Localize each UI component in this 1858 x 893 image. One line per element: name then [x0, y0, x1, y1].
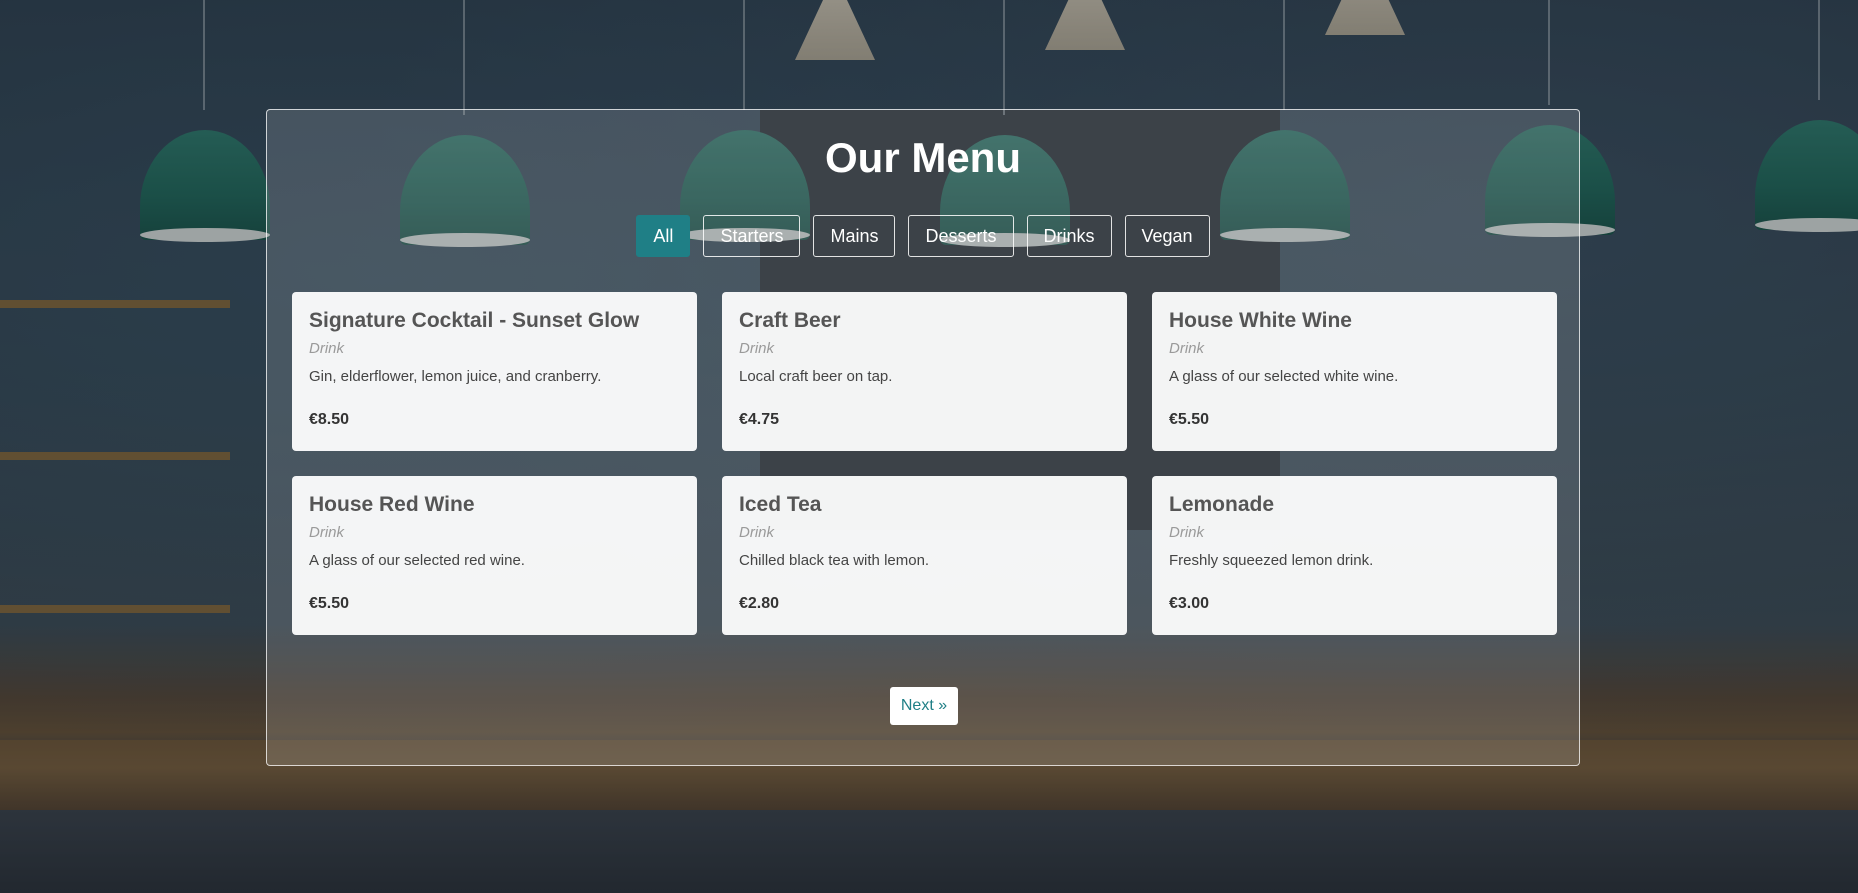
menu-item-description: A glass of our selected red wine.	[309, 552, 525, 569]
filter-desserts-button[interactable]: Desserts	[908, 215, 1014, 257]
menu-item-price: €4.75	[739, 411, 780, 428]
menu-item-card: Iced Tea Drink Chilled black tea with le…	[722, 476, 1127, 635]
menu-panel: Our Menu All Starters Mains Desserts Dri…	[266, 109, 1580, 766]
menu-item-name: House White Wine	[1169, 309, 1352, 332]
menu-item-description: Freshly squeezed lemon drink.	[1169, 552, 1374, 569]
menu-item-category: Drink	[309, 524, 345, 541]
menu-item-card: Signature Cocktail - Sunset Glow Drink G…	[292, 292, 697, 451]
menu-item-card: House Red Wine Drink A glass of our sele…	[292, 476, 697, 635]
menu-item-price: €2.80	[739, 595, 780, 612]
menu-item-description: Local craft beer on tap.	[739, 368, 893, 385]
menu-item-grid: Signature Cocktail - Sunset Glow Drink G…	[292, 292, 1558, 635]
page-title: Our Menu	[825, 134, 1021, 181]
menu-item-name: House Red Wine	[309, 493, 475, 516]
menu-item-category: Drink	[1169, 340, 1205, 357]
menu-item-name: Iced Tea	[739, 493, 822, 516]
menu-item-price: €8.50	[309, 411, 350, 428]
menu-item-description: A glass of our selected white wine.	[1169, 368, 1399, 385]
menu-item-category: Drink	[1169, 524, 1205, 541]
menu-item-category: Drink	[739, 524, 775, 541]
menu-item-card: House White Wine Drink A glass of our se…	[1152, 292, 1557, 451]
filter-drinks-button[interactable]: Drinks	[1026, 215, 1112, 257]
filter-all-button[interactable]: All	[636, 215, 691, 257]
menu-item-card: Lemonade Drink Freshly squeezed lemon dr…	[1152, 476, 1557, 635]
menu-item-price: €5.50	[309, 595, 350, 612]
menu-item-name: Signature Cocktail - Sunset Glow	[309, 309, 640, 332]
menu-item-category: Drink	[309, 340, 345, 357]
menu-item-price: €5.50	[1169, 411, 1210, 428]
filter-mains-button[interactable]: Mains	[813, 215, 896, 257]
menu-item-name: Lemonade	[1169, 493, 1275, 516]
menu-item-description: Chilled black tea with lemon.	[739, 552, 930, 569]
menu-item-name: Craft Beer	[739, 309, 841, 332]
menu-item-card: Craft Beer Drink Local craft beer on tap…	[722, 292, 1127, 451]
menu-item-category: Drink	[739, 340, 775, 357]
next-page-button[interactable]: Next »	[890, 687, 958, 725]
filter-starters-button[interactable]: Starters	[703, 215, 801, 257]
menu-item-price: €3.00	[1169, 595, 1210, 612]
filter-vegan-button[interactable]: Vegan	[1124, 215, 1210, 257]
menu-item-description: Gin, elderflower, lemon juice, and cranb…	[309, 368, 602, 385]
category-filter-bar: All Starters Mains Desserts Drinks Vegan	[267, 215, 1579, 257]
